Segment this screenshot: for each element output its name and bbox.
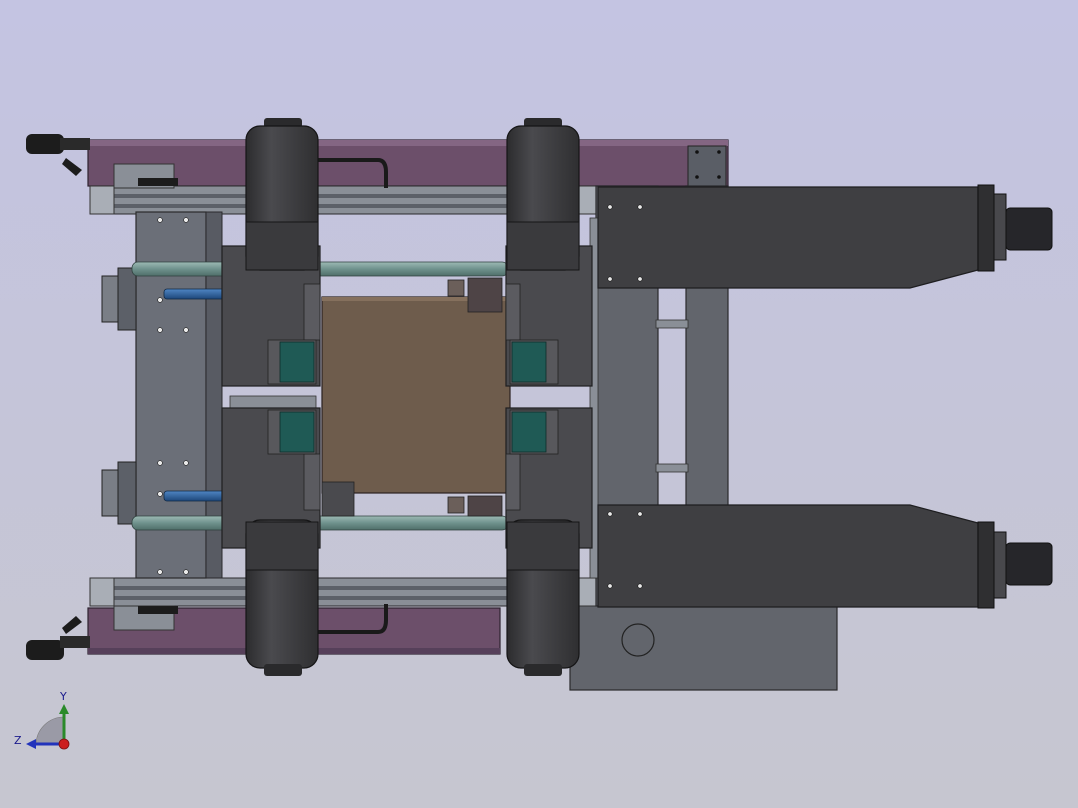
motor-block: [279, 411, 315, 453]
triad-x-axis-dot: [58, 738, 70, 750]
lower-right-housing[interactable]: [569, 599, 838, 691]
model-canvas[interactable]: Y Z: [0, 0, 1078, 808]
motor-block: [511, 411, 547, 453]
cad-viewport[interactable]: Y Z: [0, 0, 1078, 808]
top-left-bracket: [113, 163, 178, 189]
motor-block: [511, 341, 547, 383]
triad-y-label: Y: [59, 690, 67, 703]
triad-z-label: Z: [14, 734, 22, 747]
center-work-plate[interactable]: [321, 296, 511, 494]
motor-block: [279, 341, 315, 383]
bottom-left-bracket: [113, 605, 178, 631]
top-purple-frame[interactable]: [87, 139, 729, 187]
